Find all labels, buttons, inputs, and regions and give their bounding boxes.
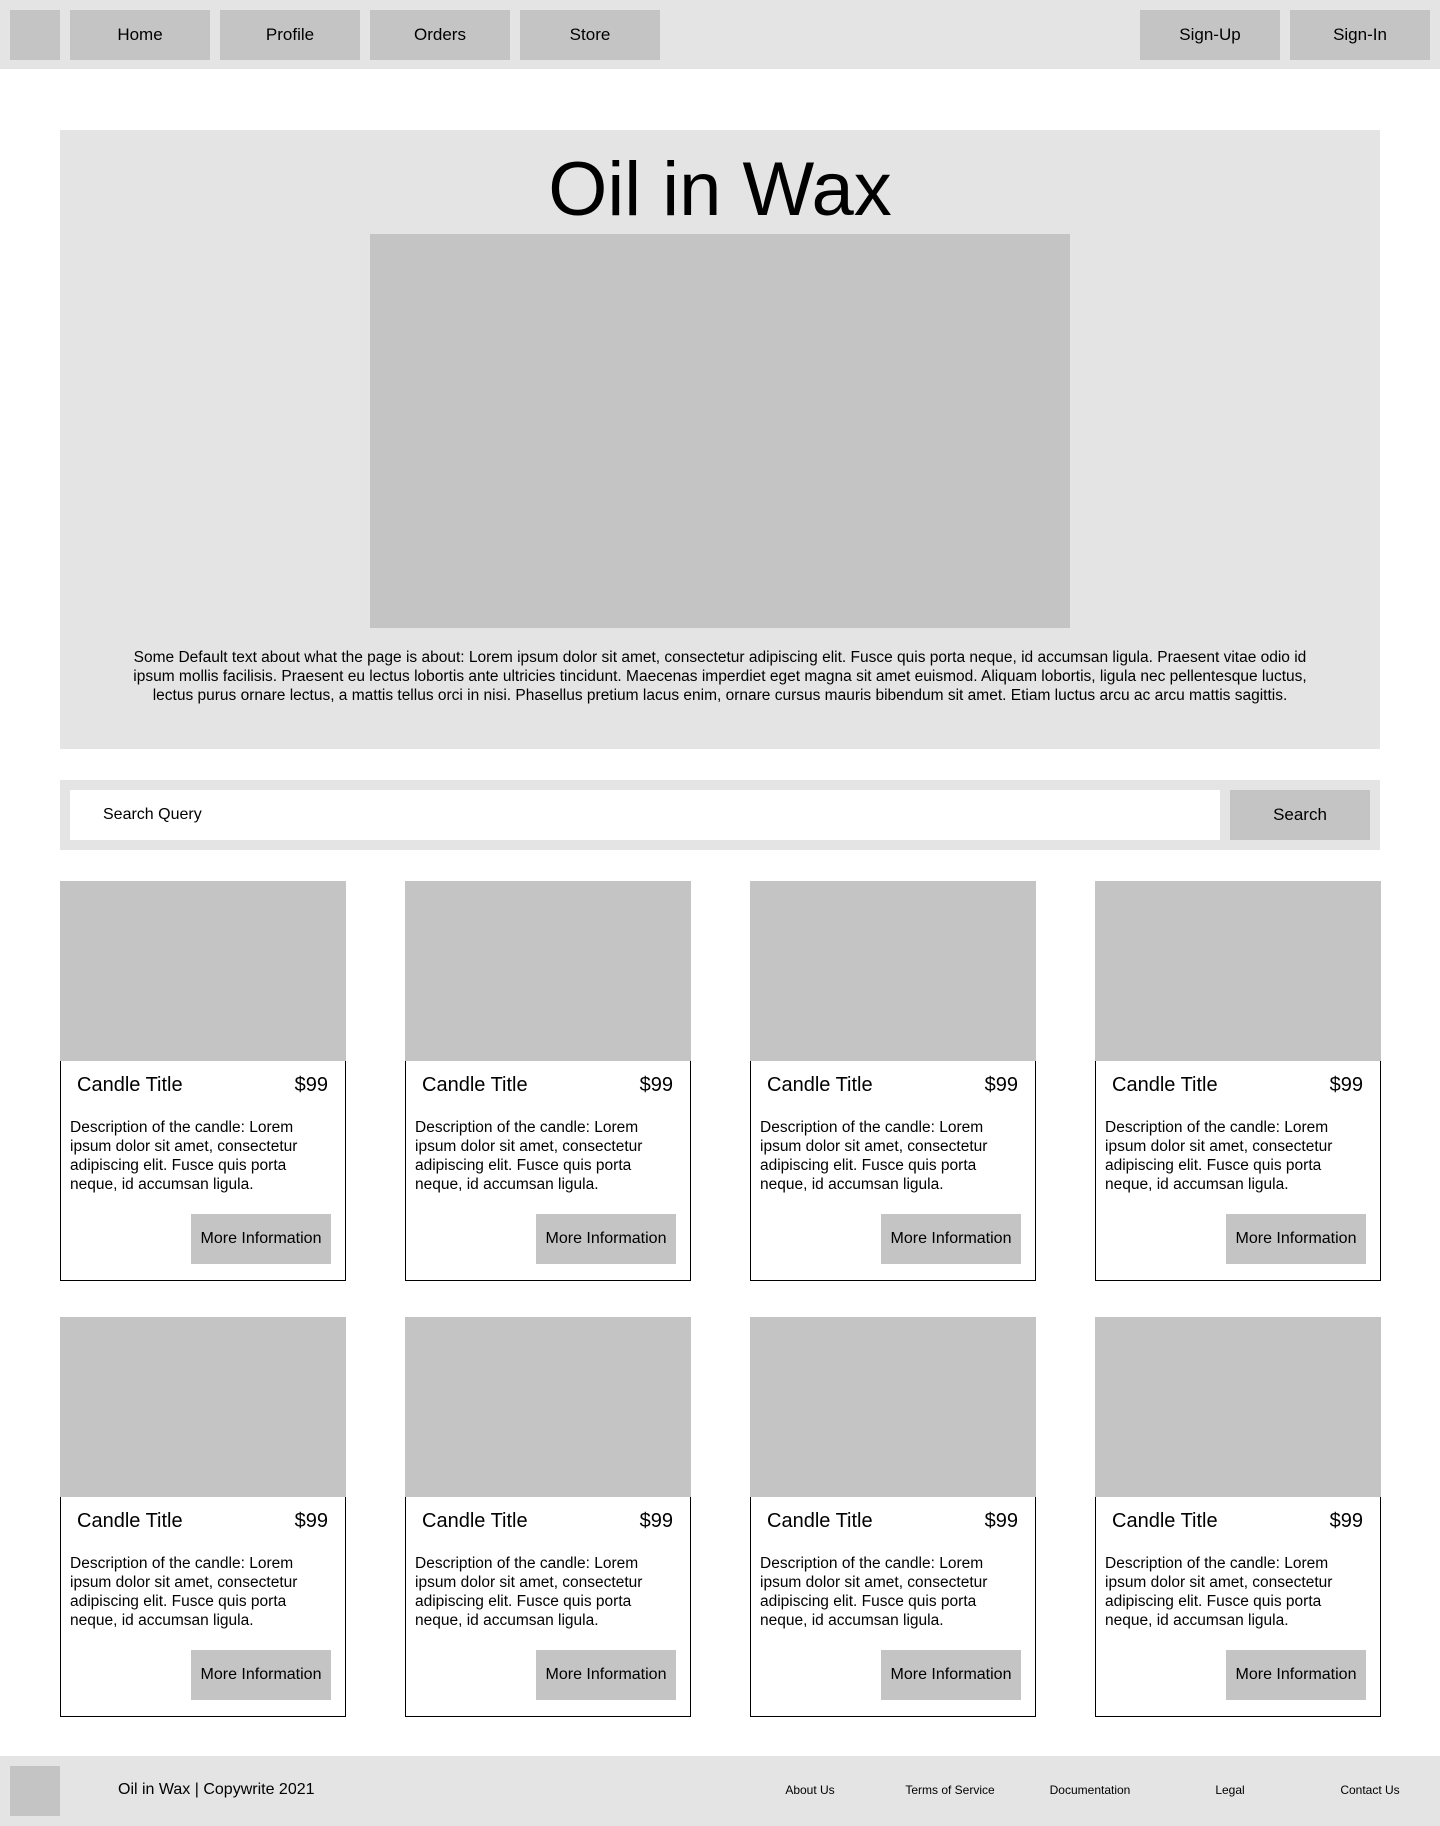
footer-link-documentation[interactable]: Documentation	[1020, 1783, 1160, 1797]
product-image-placeholder[interactable]	[60, 881, 346, 1061]
product-description: Description of the candle: Lorem ipsum d…	[415, 1555, 643, 1629]
product-price: $99	[294, 1510, 328, 1532]
product-description: Description of the candle: Lorem ipsum d…	[415, 1119, 643, 1193]
product-image-placeholder[interactable]	[750, 881, 1036, 1061]
footer-link-about-us[interactable]: About Us	[740, 1783, 880, 1797]
nav-home-button[interactable]: Home	[70, 10, 210, 60]
nav-orders-button[interactable]: Orders	[370, 10, 510, 60]
top-nav-bar: Home Profile Orders Store Sign-Up Sign-I…	[0, 0, 1440, 69]
product-price: $99	[294, 1074, 328, 1096]
nav-sign-in-button[interactable]: Sign-In	[1290, 10, 1430, 60]
product-card-body: Candle Title $99 Description of the cand…	[60, 1497, 346, 1717]
product-title: Candle Title	[77, 1510, 183, 1532]
product-card-body: Candle Title $99 Description of the cand…	[405, 1497, 691, 1717]
product-description: Description of the candle: Lorem ipsum d…	[1105, 1119, 1333, 1193]
logo-placeholder-icon[interactable]	[10, 10, 60, 60]
search-input[interactable]	[70, 790, 1220, 840]
footer-logo-placeholder-icon[interactable]	[10, 1766, 60, 1816]
product-card: Candle Title $99 Description of the cand…	[405, 1317, 691, 1717]
footer-link-contact-us[interactable]: Contact Us	[1300, 1783, 1440, 1797]
more-information-button[interactable]: More Information	[1226, 1214, 1366, 1264]
nav-sign-up-button[interactable]: Sign-Up	[1140, 10, 1280, 60]
product-title: Candle Title	[77, 1074, 183, 1096]
more-information-button[interactable]: More Information	[191, 1650, 331, 1700]
product-card-body: Candle Title $99 Description of the cand…	[1095, 1497, 1381, 1717]
product-description: Description of the candle: Lorem ipsum d…	[760, 1555, 988, 1629]
product-card-body: Candle Title $99 Description of the cand…	[60, 1061, 346, 1281]
product-title: Candle Title	[767, 1074, 873, 1096]
product-card: Candle Title $99 Description of the cand…	[750, 881, 1036, 1281]
product-card-body: Candle Title $99 Description of the cand…	[750, 1061, 1036, 1281]
hero-description: Some Default text about what the page is…	[133, 649, 1307, 704]
more-information-button[interactable]: More Information	[536, 1214, 676, 1264]
product-price: $99	[639, 1074, 673, 1096]
product-title: Candle Title	[1112, 1510, 1218, 1532]
product-card: Candle Title $99 Description of the cand…	[1095, 881, 1381, 1281]
product-title: Candle Title	[1112, 1074, 1218, 1096]
product-image-placeholder[interactable]	[405, 1317, 691, 1497]
product-image-placeholder[interactable]	[750, 1317, 1036, 1497]
footer-link-terms-of-service[interactable]: Terms of Service	[880, 1783, 1020, 1797]
page-title: Oil in Wax	[548, 147, 892, 232]
footer-link-legal[interactable]: Legal	[1160, 1783, 1300, 1797]
footer-copyright: Oil in Wax | Copywrite 2021	[118, 1781, 315, 1798]
product-price: $99	[1329, 1510, 1363, 1532]
product-card: Candle Title $99 Description of the cand…	[750, 1317, 1036, 1717]
product-image-placeholder[interactable]	[1095, 1317, 1381, 1497]
product-title: Candle Title	[422, 1074, 528, 1096]
product-price: $99	[984, 1074, 1018, 1096]
more-information-button[interactable]: More Information	[191, 1214, 331, 1264]
nav-profile-button[interactable]: Profile	[220, 10, 360, 60]
search-bar: Search	[60, 780, 1380, 850]
footer-bar: Oil in Wax | Copywrite 2021 About Us Ter…	[0, 1756, 1440, 1826]
product-description: Description of the candle: Lorem ipsum d…	[70, 1119, 298, 1193]
product-card: Candle Title $99 Description of the cand…	[60, 1317, 346, 1717]
product-image-placeholder[interactable]	[1095, 881, 1381, 1061]
hero-section: Oil in Wax Some Default text about what …	[60, 130, 1380, 749]
product-description: Description of the candle: Lorem ipsum d…	[1105, 1555, 1333, 1629]
more-information-button[interactable]: More Information	[536, 1650, 676, 1700]
product-card-body: Candle Title $99 Description of the cand…	[405, 1061, 691, 1281]
nav-store-button[interactable]: Store	[520, 10, 660, 60]
product-card-body: Candle Title $99 Description of the cand…	[750, 1497, 1036, 1717]
more-information-button[interactable]: More Information	[1226, 1650, 1366, 1700]
search-button[interactable]: Search	[1230, 790, 1370, 840]
hero-image-placeholder	[370, 234, 1070, 628]
product-price: $99	[984, 1510, 1018, 1532]
product-title: Candle Title	[422, 1510, 528, 1532]
product-image-placeholder[interactable]	[60, 1317, 346, 1497]
product-description: Description of the candle: Lorem ipsum d…	[70, 1555, 298, 1629]
product-image-placeholder[interactable]	[405, 881, 691, 1061]
product-title: Candle Title	[767, 1510, 873, 1532]
product-card: Candle Title $99 Description of the cand…	[405, 881, 691, 1281]
product-card-body: Candle Title $99 Description of the cand…	[1095, 1061, 1381, 1281]
product-price: $99	[639, 1510, 673, 1532]
product-description: Description of the candle: Lorem ipsum d…	[760, 1119, 988, 1193]
product-card: Candle Title $99 Description of the cand…	[60, 881, 346, 1281]
more-information-button[interactable]: More Information	[881, 1650, 1021, 1700]
more-information-button[interactable]: More Information	[881, 1214, 1021, 1264]
product-price: $99	[1329, 1074, 1363, 1096]
product-card: Candle Title $99 Description of the cand…	[1095, 1317, 1381, 1717]
